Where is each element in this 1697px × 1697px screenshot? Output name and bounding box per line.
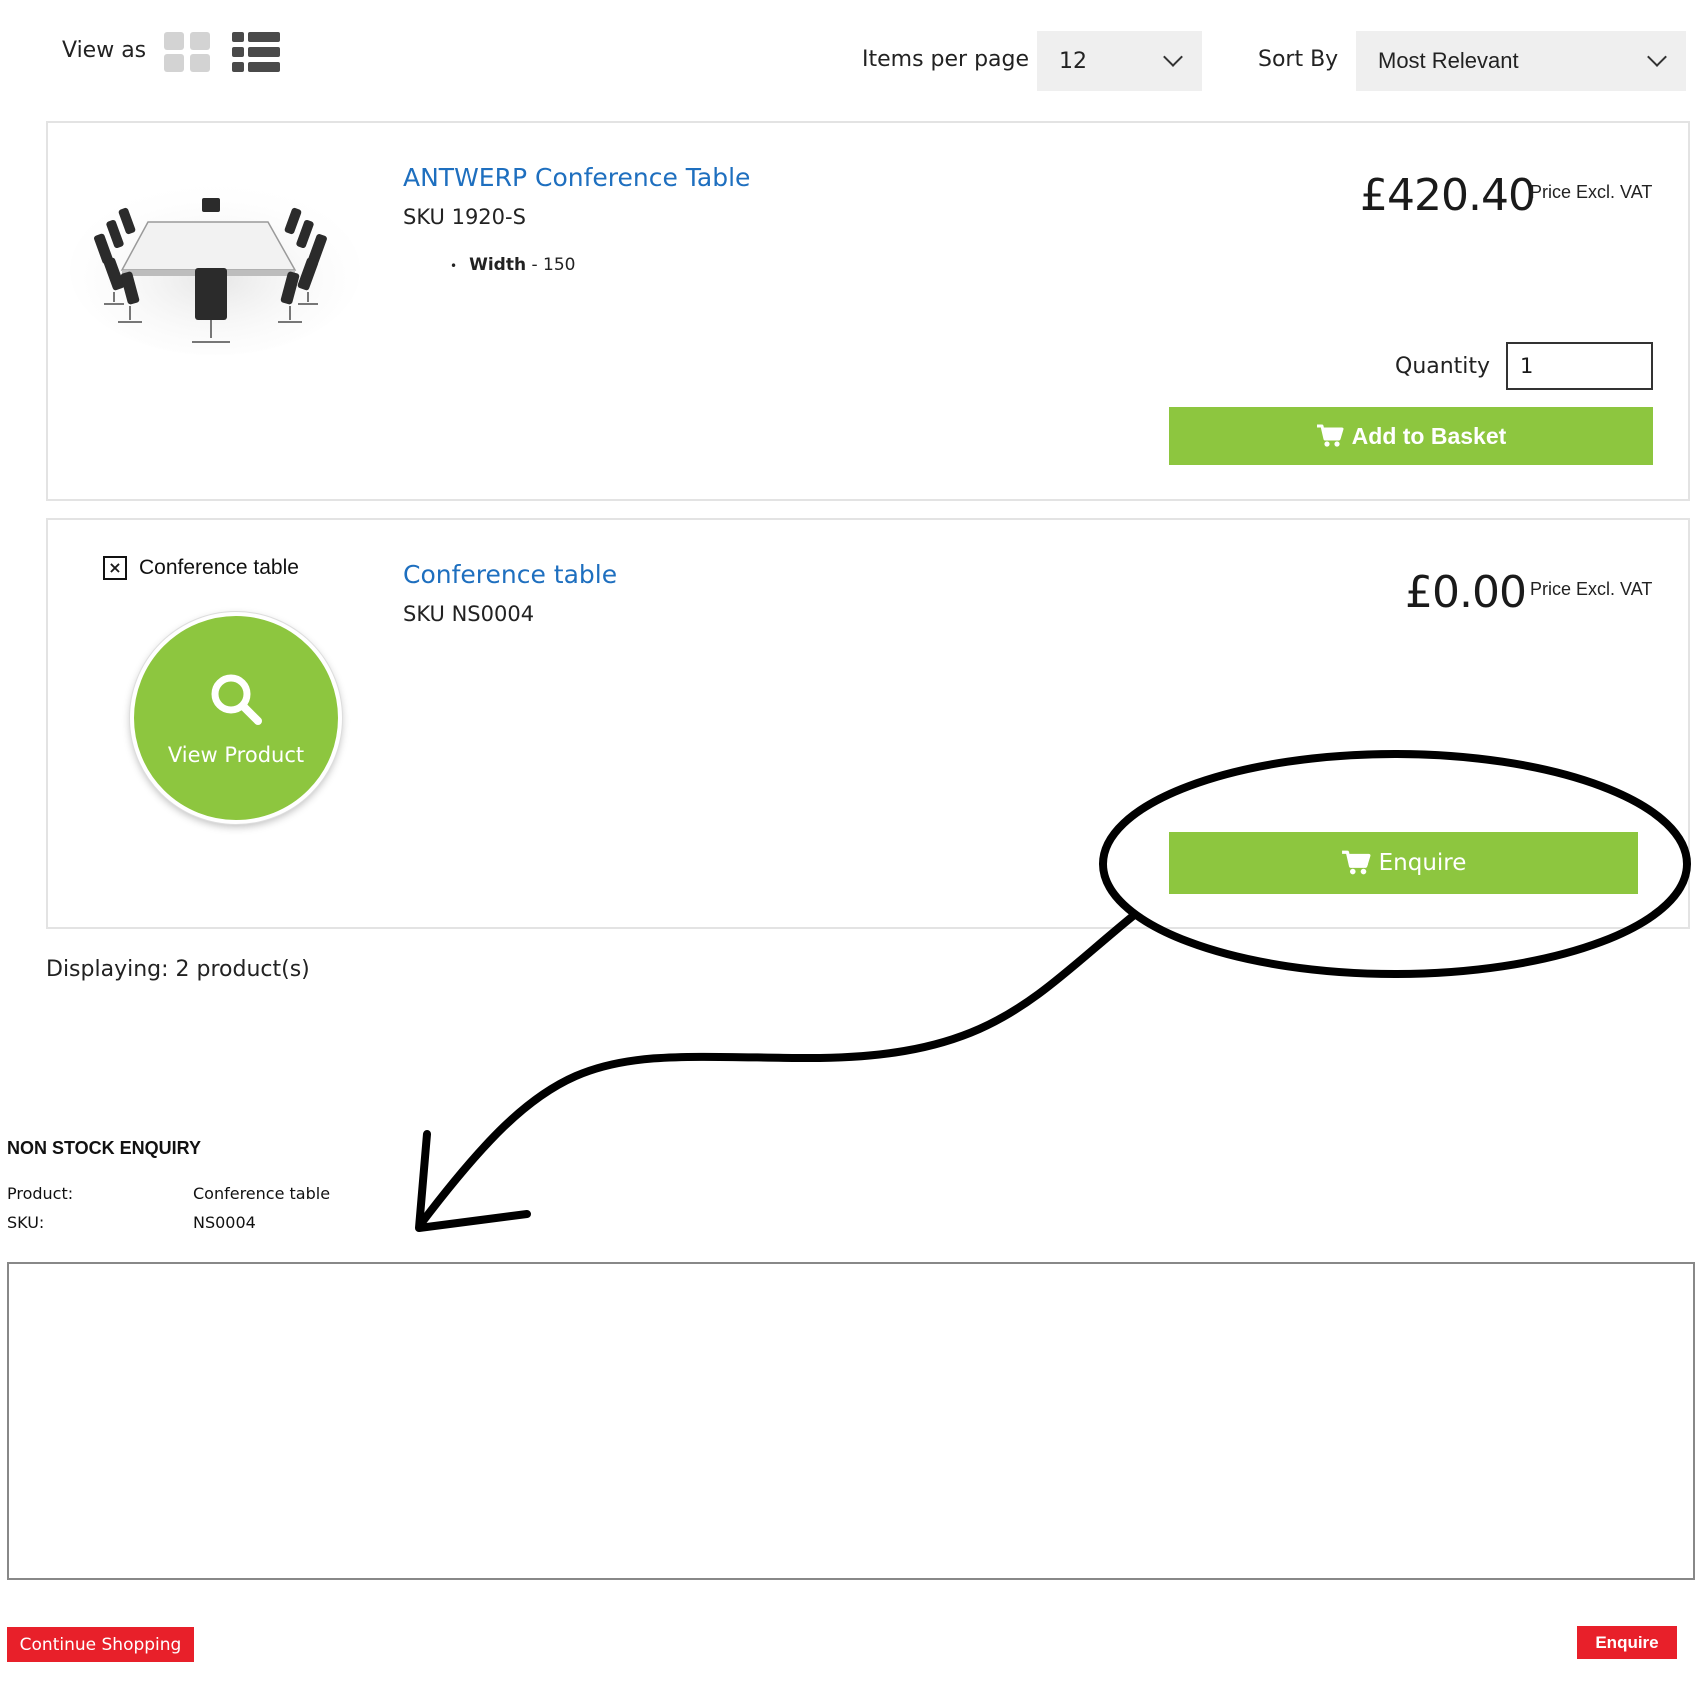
items-per-page-select[interactable]: 12 <box>1037 31 1202 91</box>
annotation-arrow-head <box>415 1130 531 1232</box>
spec-value: - 150 <box>531 255 576 275</box>
enquiry-product-value: Conference table <box>193 1184 331 1203</box>
product-title-link[interactable]: ANTWERP Conference Table <box>403 163 750 192</box>
enquiry-product-label: Product: <box>7 1184 74 1203</box>
product-image[interactable] <box>70 160 360 360</box>
grid-view-icon[interactable] <box>164 32 210 72</box>
items-per-page-label: Items per page <box>862 47 1030 72</box>
product-spec: • Width - 150 <box>450 255 576 275</box>
add-to-basket-label: Add to Basket <box>1351 422 1507 449</box>
product-sku: SKU 1920-S <box>403 205 526 229</box>
image-alt-text: Conference table <box>139 556 299 579</box>
cart-icon <box>1316 424 1344 447</box>
enquiry-sku-value: NS0004 <box>193 1213 256 1232</box>
view-product-button[interactable]: View Product <box>130 612 342 824</box>
list-view-icon[interactable] <box>232 32 280 72</box>
enquire-label: Enquire <box>1378 850 1467 876</box>
continue-shopping-button[interactable]: Continue Shopping <box>7 1627 194 1662</box>
quantity-input[interactable]: 1 <box>1506 342 1653 390</box>
chevron-down-icon <box>1647 47 1667 67</box>
product-title-link[interactable]: Conference table <box>403 560 617 589</box>
enquiry-sku-label: SKU: <box>7 1213 45 1232</box>
quantity-label: Quantity <box>1395 354 1491 379</box>
items-per-page-value: 12 <box>1059 48 1087 74</box>
spec-name: Width <box>469 255 527 275</box>
price-excl-vat-note: Price Excl. VAT <box>1530 182 1653 202</box>
search-icon <box>211 674 262 725</box>
price-excl-vat-note: Price Excl. VAT <box>1530 579 1653 599</box>
view-as-label: View as <box>62 38 147 63</box>
enquire-button[interactable]: Enquire <box>1169 832 1638 894</box>
chevron-down-icon <box>1163 47 1183 67</box>
enquiry-title: NON STOCK ENQUIRY <box>7 1138 202 1158</box>
cart-icon <box>1341 850 1371 875</box>
sort-by-label: Sort By <box>1258 47 1339 72</box>
submit-enquiry-button[interactable]: Enquire <box>1577 1626 1677 1659</box>
product-price: £420.40 <box>1360 170 1536 221</box>
product-sku: SKU NS0004 <box>403 602 535 626</box>
displaying-count: Displaying: 2 product(s) <box>46 957 310 982</box>
sort-by-select[interactable]: Most Relevant <box>1356 31 1686 91</box>
view-product-label: View Product <box>167 743 305 767</box>
enquiry-message-textarea[interactable] <box>7 1262 1695 1580</box>
annotation-arrow-curve <box>416 912 1137 1229</box>
add-to-basket-button[interactable]: Add to Basket <box>1169 407 1653 465</box>
broken-image-icon: × <box>103 556 127 580</box>
sort-by-value: Most Relevant <box>1378 48 1519 73</box>
product-price: £0.00 <box>1405 567 1527 618</box>
